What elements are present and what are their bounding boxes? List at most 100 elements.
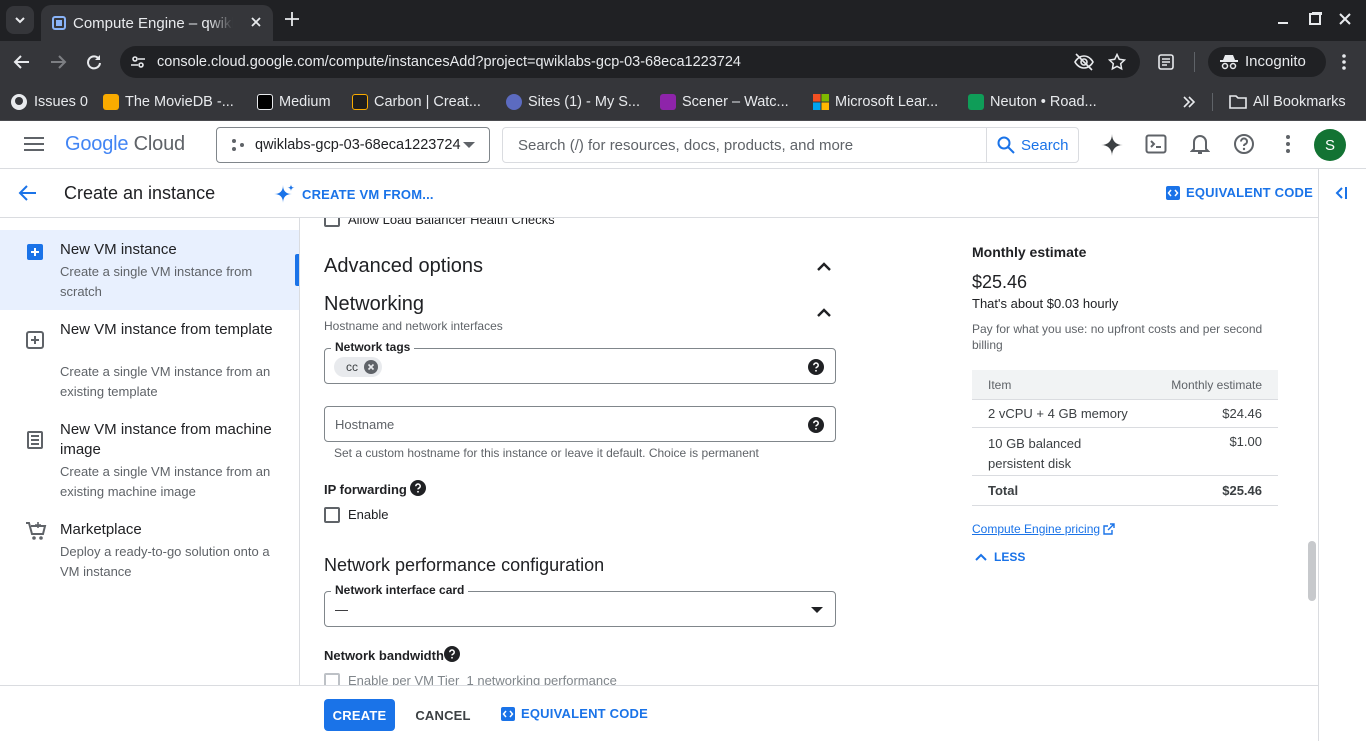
nav-title: Marketplace: [60, 521, 142, 538]
close-tab-icon[interactable]: [247, 13, 265, 31]
incognito-badge[interactable]: Incognito: [1208, 47, 1326, 77]
search-input[interactable]: Search (/) for resources, docs, products…: [518, 137, 853, 154]
nav-new-vm-from-template[interactable]: New VM instance from template Create a s…: [0, 310, 299, 410]
account-avatar[interactable]: S: [1314, 129, 1346, 161]
bookmark-label: Microsoft Lear...: [835, 94, 939, 110]
bookmark-label: Scener – Watc...: [682, 94, 789, 110]
help-icon[interactable]: [808, 359, 824, 375]
maximize-icon[interactable]: [1308, 12, 1322, 26]
search-bar[interactable]: Search (/) for resources, docs, products…: [502, 127, 1079, 163]
eye-off-icon[interactable]: [1074, 53, 1094, 71]
create-button[interactable]: CREATE: [324, 699, 395, 731]
address-bar[interactable]: console.cloud.google.com/compute/instanc…: [120, 46, 1140, 78]
lb-health-checks-checkbox[interactable]: [324, 218, 340, 227]
network-interface-card-select[interactable]: Network interface card —: [324, 583, 836, 627]
help-icon[interactable]: [1233, 133, 1255, 155]
reload-icon[interactable]: [86, 54, 102, 70]
bookmark-moviedb[interactable]: The MovieDB -...: [103, 92, 234, 112]
back-icon[interactable]: [13, 54, 31, 70]
dropdown-arrow-icon: [811, 607, 823, 613]
hostname-hint: Set a custom hostname for this instance …: [334, 446, 759, 460]
equivalent-code-button-top[interactable]: EQUIVALENT CODE: [1166, 185, 1313, 200]
cancel-button[interactable]: CANCEL: [413, 699, 473, 731]
bookmark-scener[interactable]: Scener – Watc...: [660, 92, 789, 112]
scrollbar[interactable]: [1308, 541, 1316, 601]
minimize-icon[interactable]: [1276, 12, 1290, 26]
hostname-input[interactable]: Hostname: [335, 417, 394, 432]
reading-list-icon[interactable]: [1158, 54, 1174, 70]
bookmark-issues[interactable]: Issues 0: [10, 92, 88, 112]
star-icon[interactable]: [1108, 53, 1126, 71]
tab-search-button[interactable]: [6, 6, 34, 34]
collapse-panel-icon[interactable]: [1333, 185, 1349, 201]
nav-new-vm-from-machine-image[interactable]: New VM instance from machine image Creat…: [0, 410, 299, 510]
browser-toolbar: console.cloud.google.com/compute/instanc…: [0, 41, 1366, 83]
tier1-networking-checkbox[interactable]: [324, 673, 340, 685]
sites-icon: [506, 94, 522, 110]
close-window-icon[interactable]: [1338, 12, 1352, 26]
chip-remove-icon[interactable]: [364, 360, 378, 374]
incognito-icon: [1220, 55, 1238, 70]
advanced-options-heading: Advanced options: [324, 255, 484, 277]
network-tag-chip[interactable]: cc: [334, 357, 382, 377]
browser-tab-active[interactable]: Compute Engine – qwiklabs: [41, 5, 273, 41]
more-options-icon[interactable]: [1280, 133, 1296, 155]
bookmark-sites[interactable]: Sites (1) - My S...: [506, 92, 640, 112]
nav-new-vm-instance[interactable]: New VM instance Create a single VM insta…: [0, 230, 299, 310]
col-monthly-estimate: Monthly estimate: [1171, 378, 1262, 392]
bookmark-medium[interactable]: Medium: [257, 92, 331, 112]
folder-icon: [1229, 95, 1247, 109]
chip-label: cc: [346, 360, 358, 374]
compute-engine-pricing-link[interactable]: Compute Engine pricing: [972, 522, 1115, 536]
project-picker[interactable]: qwiklabs-gcp-03-68eca1223724: [216, 127, 490, 163]
estimate-price: $25.46: [972, 272, 1028, 292]
new-tab-icon[interactable]: [282, 9, 302, 29]
cloud-shell-icon[interactable]: [1145, 133, 1167, 155]
bookmark-microsoft-learn[interactable]: Microsoft Lear...: [813, 92, 938, 112]
all-bookmarks[interactable]: All Bookmarks: [1229, 92, 1346, 112]
ip-forwarding-checkbox[interactable]: [324, 507, 340, 523]
hamburger-menu-icon[interactable]: [24, 136, 44, 152]
estimate-row-value: $24.46: [1222, 406, 1262, 421]
medium-icon: [257, 94, 273, 110]
site-info-icon[interactable]: [130, 54, 146, 70]
search-button[interactable]: Search: [986, 128, 1079, 162]
code-icon: [1166, 185, 1180, 200]
browser-menu-icon[interactable]: [1336, 53, 1352, 71]
bookmark-carbon[interactable]: Carbon | Creat...: [352, 92, 481, 112]
bookmark-label: The MovieDB -...: [125, 94, 234, 110]
forward-icon[interactable]: [49, 54, 67, 70]
back-arrow-icon[interactable]: [18, 183, 38, 203]
create-vm-from-button[interactable]: CREATE VM FROM...: [274, 183, 434, 205]
nav-marketplace[interactable]: Marketplace Deploy a ready-to-go solutio…: [0, 510, 299, 590]
project-hierarchy-icon: [232, 139, 244, 151]
network-tags-field[interactable]: Network tags cc: [324, 340, 836, 384]
nav-title: New VM instance from machine image: [60, 421, 272, 458]
dropdown-arrow-icon: [463, 142, 475, 148]
neuton-icon: [968, 94, 984, 110]
estimate-row-item: 2 vCPU + 4 GB memory: [988, 406, 1128, 421]
estimate-table-header: Item Monthly estimate: [972, 370, 1278, 400]
bookmark-label: Medium: [279, 94, 331, 110]
equivalent-code-button-bottom[interactable]: EQUIVALENT CODE: [501, 706, 648, 721]
add-box-icon: [27, 244, 43, 260]
less-button[interactable]: LESS: [974, 550, 1025, 564]
chevron-up-icon[interactable]: [816, 260, 832, 272]
help-icon[interactable]: [444, 646, 460, 662]
bookmark-neuton[interactable]: Neuton • Road...: [968, 92, 1097, 112]
help-icon[interactable]: [808, 417, 824, 433]
gcp-header: Google Cloud qwiklabs-gcp-03-68eca122372…: [0, 121, 1366, 169]
notifications-bell-icon[interactable]: [1190, 133, 1210, 155]
chevron-up-icon: [975, 553, 987, 561]
lb-health-checks-label: Allow Load Balancer Health Checks: [348, 218, 555, 227]
bookmarks-bar: Issues 0 The MovieDB -... Medium Carbon …: [0, 83, 1366, 121]
google-cloud-logo[interactable]: Google Cloud: [65, 133, 185, 156]
chevron-double-right-icon[interactable]: [1182, 95, 1196, 109]
bookmark-label: Issues 0: [34, 94, 88, 110]
bookmarks-divider: [1212, 93, 1213, 111]
chevron-up-icon[interactable]: [816, 306, 832, 318]
help-icon[interactable]: [410, 480, 426, 496]
gemini-sparkle-icon[interactable]: [1100, 133, 1124, 157]
hostname-field[interactable]: Hostname: [324, 406, 836, 442]
equivalent-code-label: EQUIVALENT CODE: [521, 706, 648, 721]
